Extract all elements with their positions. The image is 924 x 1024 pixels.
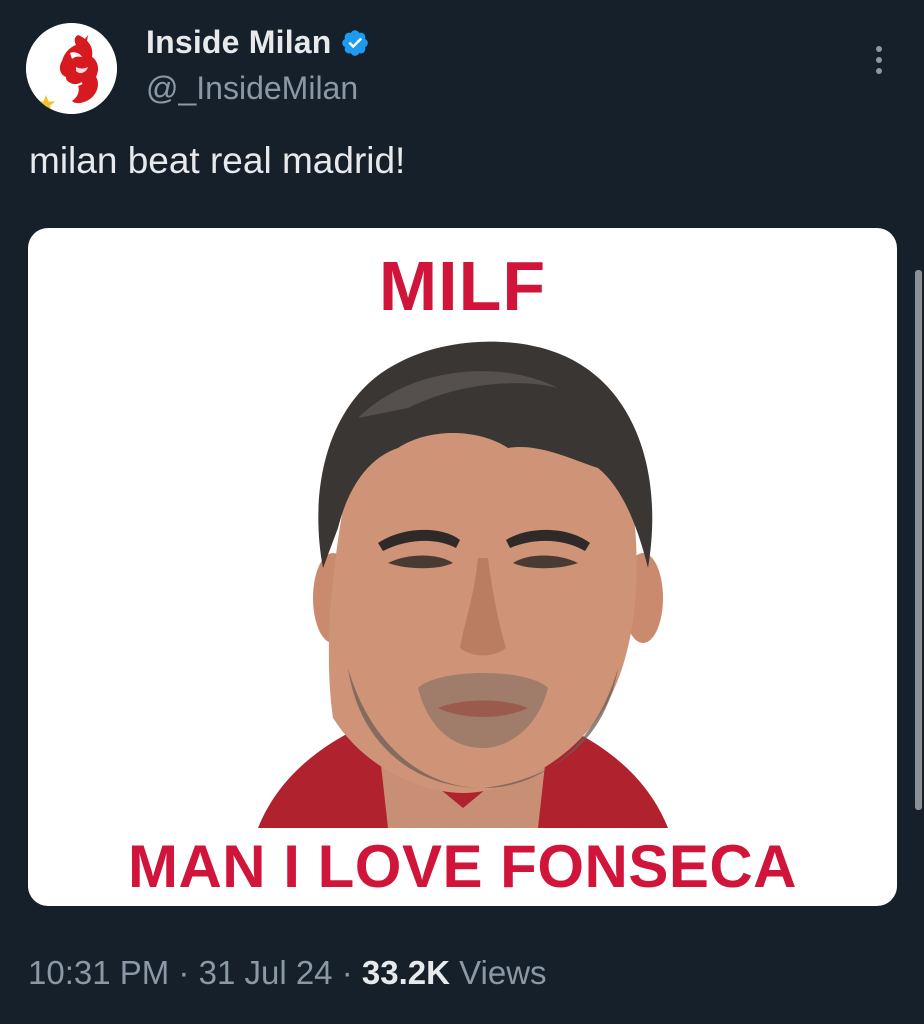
man-portrait-image: [258, 341, 668, 828]
tweet-text: milan beat real madrid!: [29, 140, 406, 181]
more-options-icon[interactable]: [862, 40, 896, 80]
tweet-media-image[interactable]: MILF MAN I LOVE FONSECA: [28, 228, 897, 906]
avatar[interactable]: [26, 23, 117, 114]
author-display-name[interactable]: Inside Milan: [146, 24, 370, 61]
tweet-view: Inside Milan @_InsideMilan milan beat re…: [0, 0, 924, 1024]
author-handle[interactable]: @_InsideMilan: [146, 70, 358, 107]
meme-bottom-caption: MAN I LOVE FONSECA: [127, 833, 798, 900]
milan-devil-logo-icon: [26, 23, 117, 114]
meta-separator: ·: [178, 954, 190, 991]
tweet-date[interactable]: 31 Jul 24: [199, 954, 333, 991]
views-count[interactable]: 33.2K: [362, 954, 450, 991]
author-name-text[interactable]: Inside Milan: [146, 24, 332, 61]
meta-separator: ·: [341, 954, 353, 991]
tweet-time[interactable]: 10:31 PM: [28, 954, 169, 991]
tweet-meta: 10:31 PM · 31 Jul 24 · 33.2K Views: [28, 954, 547, 992]
scrollbar[interactable]: [915, 270, 922, 810]
views-label: Views: [459, 954, 547, 991]
verified-badge-icon: [341, 29, 368, 56]
